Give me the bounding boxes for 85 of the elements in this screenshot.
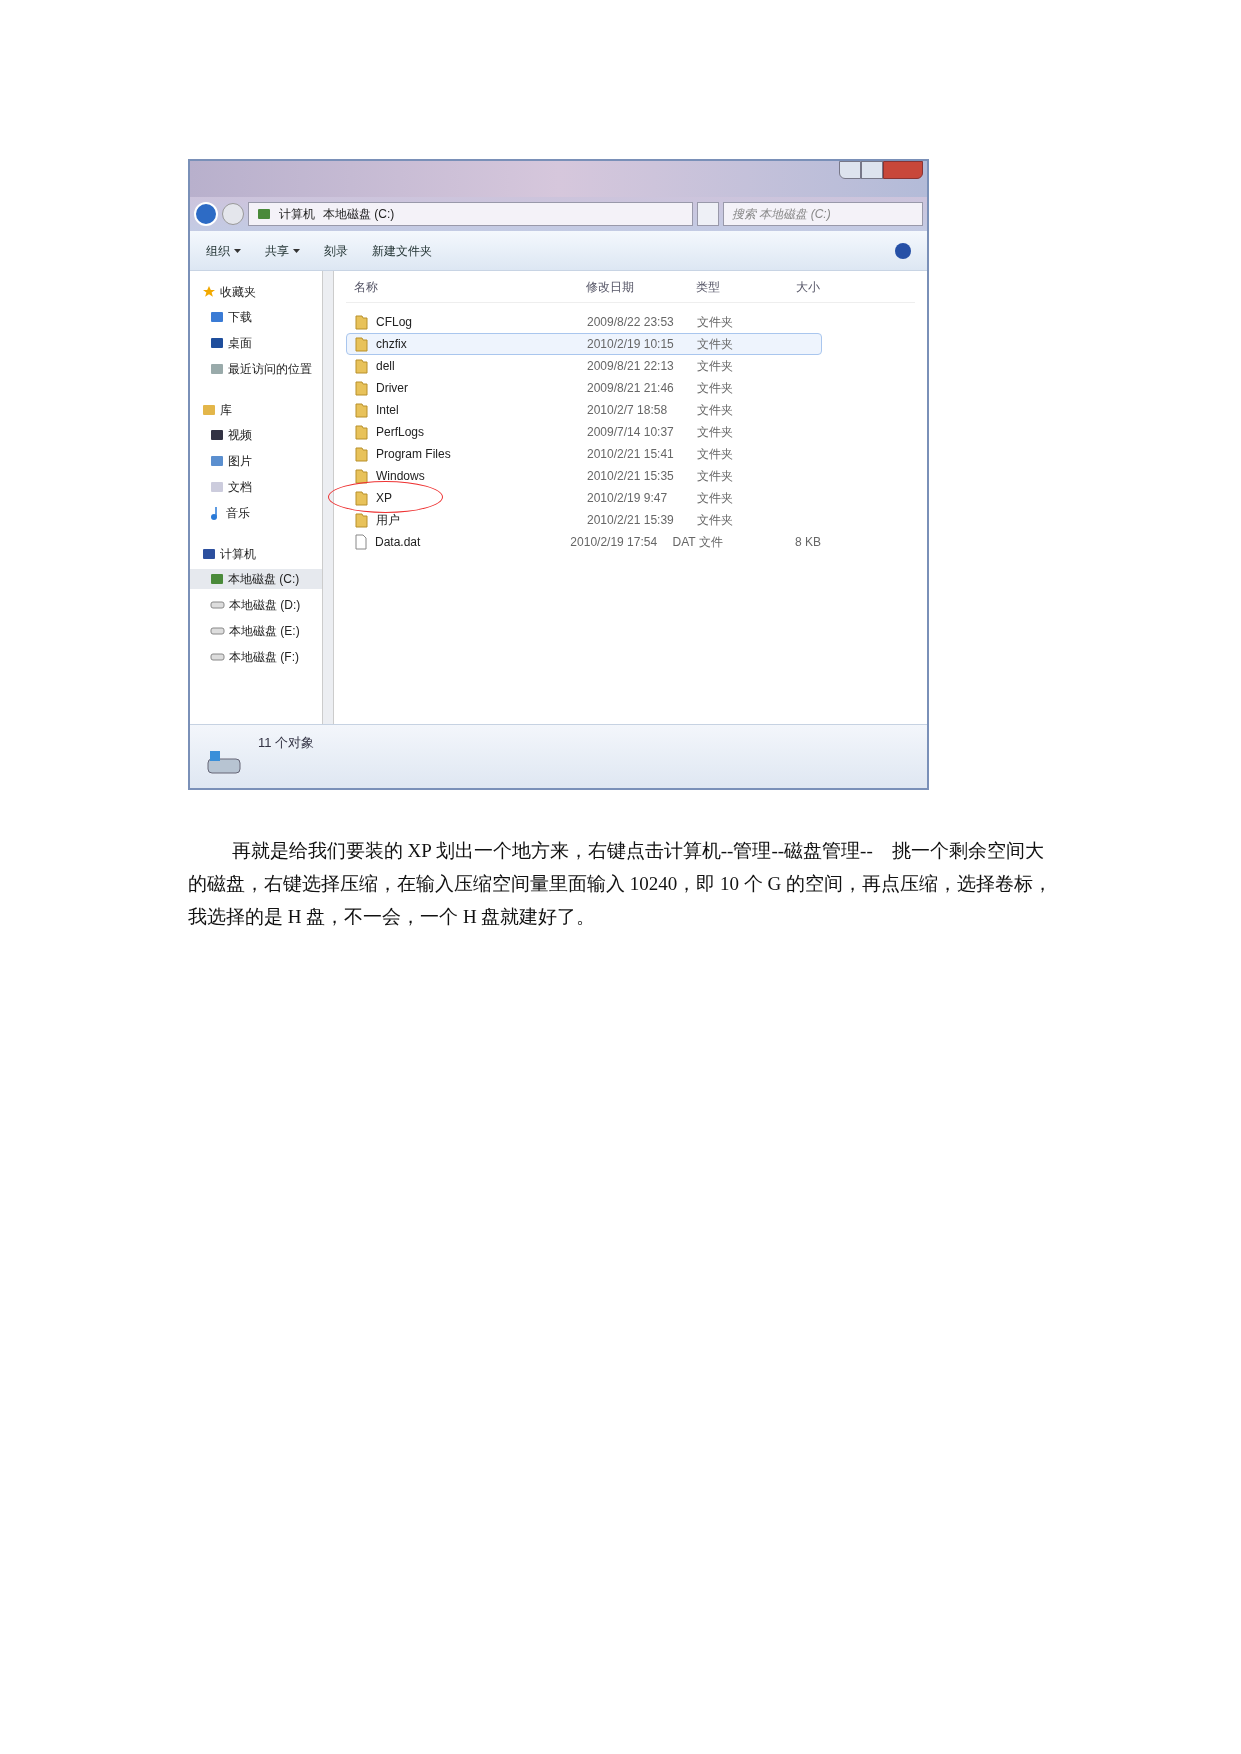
address-bar[interactable]: 计算机 本地磁盘 (C:) <box>248 202 693 226</box>
file-type: 文件夹 <box>697 314 734 331</box>
modified-date: 2010/2/21 15:41 <box>587 446 675 463</box>
modified-date: 2009/8/21 22:13 <box>587 358 675 375</box>
file-name: CFLog <box>376 314 413 331</box>
nav-group-label[interactable]: 计算机 <box>220 545 256 563</box>
file-name: PerfLogs <box>376 424 425 441</box>
nav-item[interactable]: 本地磁盘 (F:) <box>190 647 322 667</box>
nav-item[interactable]: 音乐 <box>190 503 322 523</box>
file-name: chzfix <box>376 336 407 353</box>
modified-date: 2009/8/21 21:46 <box>587 380 675 397</box>
refresh-button[interactable] <box>697 202 719 226</box>
file-row[interactable]: Driver 2009/8/21 21:46 文件夹 <box>346 377 822 399</box>
modified-date: 2010/2/21 15:35 <box>587 468 675 485</box>
file-row[interactable]: Windows 2010/2/21 15:35 文件夹 <box>346 465 822 487</box>
file-name: 用户 <box>376 512 400 529</box>
nav-group-label[interactable]: 库 <box>220 401 232 419</box>
star-icon <box>202 285 216 299</box>
nav-item[interactable]: 图片 <box>190 451 322 471</box>
file-name: Windows <box>376 468 425 485</box>
file-type: 文件夹 <box>697 468 734 485</box>
help-button[interactable] <box>895 242 911 259</box>
file-icon <box>355 534 367 550</box>
file-type: 文件夹 <box>697 446 734 463</box>
toolbar-button[interactable]: 新建文件夹 <box>372 241 432 260</box>
column-header[interactable]: 类型 <box>696 277 796 296</box>
nav-item[interactable]: 文档 <box>190 477 322 497</box>
modified-date: 2010/2/19 10:15 <box>587 336 675 353</box>
file-type: 文件夹 <box>697 336 734 353</box>
file-name: Driver <box>376 380 408 397</box>
minimize-button[interactable] <box>839 161 861 179</box>
column-header[interactable]: 修改日期 <box>586 277 696 296</box>
file-type: 文件夹 <box>697 512 734 529</box>
file-type: 文件夹 <box>697 402 734 419</box>
file-row[interactable]: chzfix 2010/2/19 10:15 文件夹 <box>346 333 822 355</box>
nav-item[interactable]: 本地磁盘 (C:) <box>190 569 322 589</box>
file-row[interactable]: Intel 2010/2/7 18:58 文件夹 <box>346 399 822 421</box>
status-text: 11 个对象 <box>258 734 315 752</box>
nav-item[interactable]: 桌面 <box>190 333 322 353</box>
close-button[interactable] <box>883 161 923 179</box>
nav-item[interactable]: 最近访问的位置 <box>190 359 322 379</box>
breadcrumb-item[interactable]: 本地磁盘 (C:) <box>323 205 395 223</box>
nav-item[interactable]: 本地磁盘 (E:) <box>190 621 322 641</box>
file-name: Program Files <box>376 446 451 463</box>
file-row[interactable]: Data.dat 2010/2/19 17:54 DAT 文件 8 KB <box>346 531 822 553</box>
nav-item[interactable]: 本地磁盘 (D:) <box>190 595 322 615</box>
nav-item[interactable]: 视频 <box>190 425 322 445</box>
file-row[interactable]: 用户 2010/2/21 15:39 文件夹 <box>346 509 822 531</box>
modified-date: 2010/2/21 15:39 <box>587 512 675 529</box>
modified-date: 2009/8/22 23:53 <box>587 314 675 331</box>
column-header[interactable]: 大小 <box>796 277 856 296</box>
nav-item[interactable]: 下载 <box>190 307 322 327</box>
file-name: XP <box>376 490 392 507</box>
modified-date: 2009/7/14 10:37 <box>587 424 675 441</box>
file-row[interactable]: PerfLogs 2009/7/14 10:37 文件夹 <box>346 421 822 443</box>
file-type: DAT 文件 <box>672 534 724 551</box>
maximize-button[interactable] <box>861 161 883 179</box>
file-row[interactable]: Program Files 2010/2/21 15:41 文件夹 <box>346 443 822 465</box>
forward-button[interactable] <box>222 203 244 225</box>
toolbar-button[interactable]: 刻录 <box>324 241 348 260</box>
file-type: 文件夹 <box>697 424 734 441</box>
file-type: 文件夹 <box>697 380 734 397</box>
drive-icon <box>210 600 225 610</box>
file-size: 8 KB <box>794 534 821 551</box>
back-button[interactable] <box>194 202 218 226</box>
file-name: Data.dat <box>375 534 421 551</box>
column-header[interactable]: 名称 <box>346 277 586 296</box>
modified-date: 2010/2/7 18:58 <box>587 402 669 419</box>
paragraph: 再就是给我们要装的 XP 划出一个地方来，右键点击计算机--管理--磁盘管理-- 挑一个剩余空间大的磁盘，右键选择压缩，在输入压缩空间量里面输入 10240，即 10 个 G 的空间，再点压缩，选择卷标，我选择的是 H 盘，不一会，一个 H 盘就建好了。 <box>188 839 1053 929</box>
toolbar-button[interactable]: 组织 <box>206 241 241 260</box>
file-name: dell <box>376 358 395 375</box>
toolbar-button[interactable]: 共享 <box>265 241 300 260</box>
file-row[interactable]: CFLog 2009/8/22 23:53 文件夹 <box>346 311 822 333</box>
breadcrumb-item[interactable]: 计算机 <box>279 205 315 223</box>
modified-date: 2010/2/19 9:47 <box>587 490 669 507</box>
file-type: 文件夹 <box>697 358 734 375</box>
file-type: 文件夹 <box>697 490 734 507</box>
file-row[interactable]: dell 2009/8/21 22:13 文件夹 <box>346 355 822 377</box>
nav-group-label[interactable]: 收藏夹 <box>220 283 256 301</box>
file-row[interactable]: XP 2010/2/19 9:47 文件夹 <box>346 487 822 509</box>
drive-icon <box>210 626 225 636</box>
file-name: Intel <box>376 402 399 419</box>
modified-date: 2010/2/19 17:54 <box>570 534 659 551</box>
drive-icon <box>210 652 225 662</box>
search-field[interactable]: 搜索 本地磁盘 (C:) <box>723 202 923 226</box>
